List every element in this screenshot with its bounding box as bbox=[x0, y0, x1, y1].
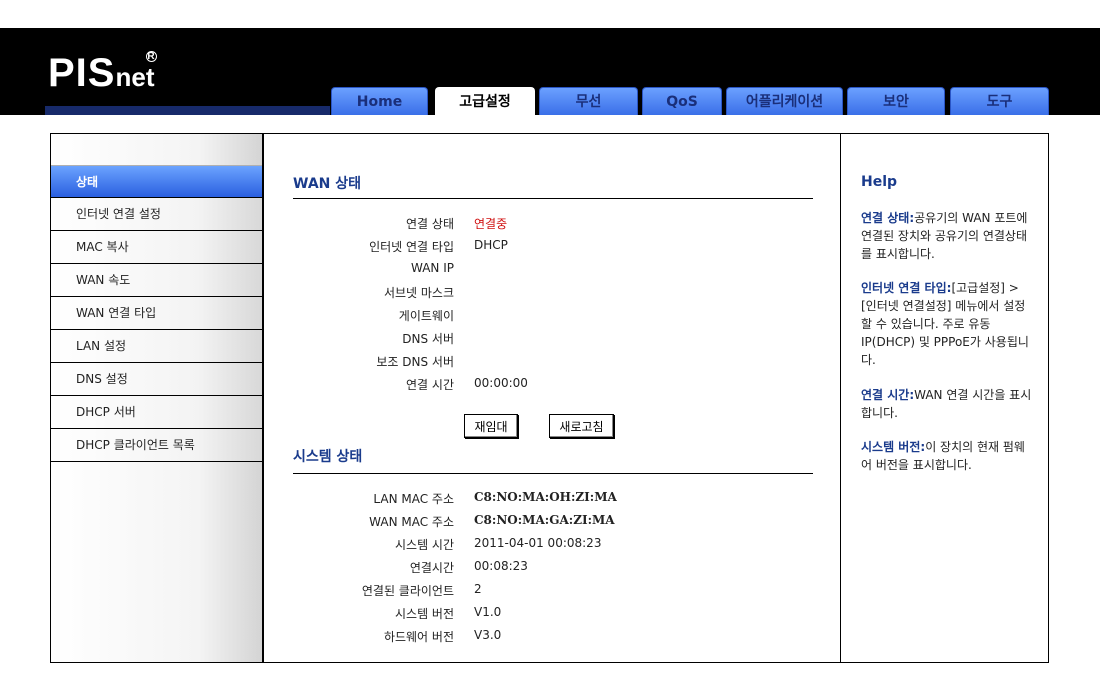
lan-mac-value: C8:NO:MA:OH:ZI:MA bbox=[474, 490, 617, 504]
system-row-clients: 연결된 클라이언트 2 bbox=[264, 582, 840, 602]
row-label: 연결 상태 bbox=[406, 217, 454, 231]
row-value: 2 bbox=[474, 582, 482, 596]
tab-application[interactable]: 어플리케이션 bbox=[726, 87, 843, 115]
tab-qos[interactable]: QoS bbox=[642, 87, 722, 115]
sidebar: 상태 인터넷 연결 설정 MAC 복사 WAN 속도 WAN 연결 타입 LAN… bbox=[50, 133, 263, 663]
wan-status-rule bbox=[293, 198, 813, 199]
row-value: 00:00:00 bbox=[474, 376, 528, 390]
sidebar-item-wan-speed[interactable]: WAN 속도 bbox=[51, 264, 262, 297]
system-row-hardware-version: 하드웨어 버전 V3.0 bbox=[264, 628, 840, 648]
help-panel: Help 연결 상태:공유기의 WAN 포트에 연결된 장치와 공유기의 연결상… bbox=[841, 133, 1049, 663]
wan-row-connection-status: 연결 상태 연결중 bbox=[264, 215, 840, 235]
wan-mac-value: C8:NO:MA:GA:ZI:MA bbox=[474, 513, 615, 527]
tab-wireless[interactable]: 무선 bbox=[539, 87, 638, 115]
pisnet-logo[interactable]: PISnet R bbox=[48, 51, 157, 95]
help-key: 연결 상태: bbox=[861, 211, 915, 225]
system-status-title: 시스템 상태 bbox=[293, 449, 363, 465]
row-label: 시스템 시간 bbox=[394, 538, 454, 552]
system-status-rule bbox=[293, 473, 813, 474]
system-row-wan-mac: WAN MAC 주소 C8:NO:MA:GA:ZI:MA bbox=[264, 513, 840, 533]
help-key: 연결 시간: bbox=[861, 388, 915, 402]
row-label: WAN MAC 주소 bbox=[369, 515, 454, 529]
row-value: V3.0 bbox=[474, 628, 502, 642]
logo-main: PIS bbox=[48, 51, 116, 95]
row-label: 시스템 버전 bbox=[394, 607, 454, 621]
wan-row-gateway: 게이트웨이 bbox=[264, 307, 840, 327]
logo-suffix: net bbox=[115, 62, 155, 92]
row-value: V1.0 bbox=[474, 605, 502, 619]
header-bar: PISnet R Home 고급설정 무선 QoS 어플리케이션 보안 도구 bbox=[0, 28, 1100, 117]
sidebar-item-lan-setup[interactable]: LAN 설정 bbox=[51, 330, 262, 363]
tab-security[interactable]: 보안 bbox=[847, 87, 945, 115]
sidebar-item-internet-setup[interactable]: 인터넷 연결 설정 bbox=[51, 198, 262, 231]
main-content: WAN 상태 연결 상태 연결중 인터넷 연결 타입 DHCP WAN IP 서… bbox=[263, 133, 841, 663]
system-row-firmware-version: 시스템 버전 V1.0 bbox=[264, 605, 840, 625]
header-stripe bbox=[45, 106, 330, 115]
wan-row-connection-time: 연결 시간 00:00:00 bbox=[264, 376, 840, 396]
wan-row-dns: DNS 서버 bbox=[264, 330, 840, 350]
row-label: 서브넷 마스크 bbox=[383, 286, 454, 300]
row-label: 보조 DNS 서버 bbox=[376, 355, 454, 369]
wan-row-wan-ip: WAN IP bbox=[264, 261, 840, 281]
sidebar-item-dhcp-server[interactable]: DHCP 서버 bbox=[51, 396, 262, 429]
row-label: 게이트웨이 bbox=[398, 309, 454, 323]
row-label: 하드웨어 버전 bbox=[383, 630, 454, 644]
help-system-version: 시스템 버전:이 장치의 현재 펌웨어 버전을 표시합니다. bbox=[861, 438, 1033, 474]
wan-status-title: WAN 상태 bbox=[293, 176, 361, 192]
system-row-system-time: 시스템 시간 2011-04-01 00:08:23 bbox=[264, 536, 840, 556]
row-label: LAN MAC 주소 bbox=[373, 492, 454, 506]
sidebar-item-wan-type[interactable]: WAN 연결 타입 bbox=[51, 297, 262, 330]
wan-row-connection-type: 인터넷 연결 타입 DHCP bbox=[264, 238, 840, 258]
sidebar-item-mac-clone[interactable]: MAC 복사 bbox=[51, 231, 262, 264]
row-label: 연결 시간 bbox=[406, 378, 454, 392]
row-label: 연결된 클라이언트 bbox=[361, 584, 454, 598]
tab-home[interactable]: Home bbox=[331, 87, 428, 115]
system-row-lan-mac: LAN MAC 주소 C8:NO:MA:OH:ZI:MA bbox=[264, 490, 840, 510]
help-connection-type: 인터넷 연결 타입:[고급설정] > [인터넷 연결설정] 메뉴에서 설정할 수… bbox=[861, 279, 1033, 369]
tab-tools[interactable]: 도구 bbox=[950, 87, 1049, 115]
help-title: Help bbox=[861, 174, 898, 190]
renew-button[interactable]: 재임대 bbox=[464, 414, 518, 438]
row-label: WAN IP bbox=[411, 261, 454, 275]
sidebar-item-dhcp-clients[interactable]: DHCP 클라이언트 목록 bbox=[51, 429, 262, 462]
sidebar-item-dns-setup[interactable]: DNS 설정 bbox=[51, 363, 262, 396]
row-value: 00:08:23 bbox=[474, 559, 528, 573]
help-connection-status: 연결 상태:공유기의 WAN 포트에 연결된 장치와 공유기의 연결상태를 표시… bbox=[861, 209, 1033, 263]
sidebar-item-status[interactable]: 상태 bbox=[51, 165, 262, 198]
sidebar-menu: 상태 인터넷 연결 설정 MAC 복사 WAN 속도 WAN 연결 타입 LAN… bbox=[51, 165, 262, 462]
help-connection-time: 연결 시간:WAN 연결 시간을 표시합니다. bbox=[861, 386, 1033, 422]
refresh-button[interactable]: 새로고침 bbox=[549, 414, 614, 438]
row-label: DNS 서버 bbox=[402, 332, 454, 346]
system-row-uptime: 연결시간 00:08:23 bbox=[264, 559, 840, 579]
tab-advanced[interactable]: 고급설정 bbox=[435, 87, 535, 117]
wan-row-subnet-mask: 서브넷 마스크 bbox=[264, 284, 840, 304]
connection-status-value: 연결중 bbox=[474, 217, 508, 231]
row-value: 2011-04-01 00:08:23 bbox=[474, 536, 602, 550]
row-label: 연결시간 bbox=[409, 561, 454, 575]
help-key: 인터넷 연결 타입: bbox=[861, 281, 952, 295]
row-label: 인터넷 연결 타입 bbox=[369, 240, 454, 254]
wan-row-secondary-dns: 보조 DNS 서버 bbox=[264, 353, 840, 373]
help-key: 시스템 버전: bbox=[861, 440, 926, 454]
registered-mark: R bbox=[146, 51, 157, 62]
row-value: DHCP bbox=[474, 238, 508, 252]
